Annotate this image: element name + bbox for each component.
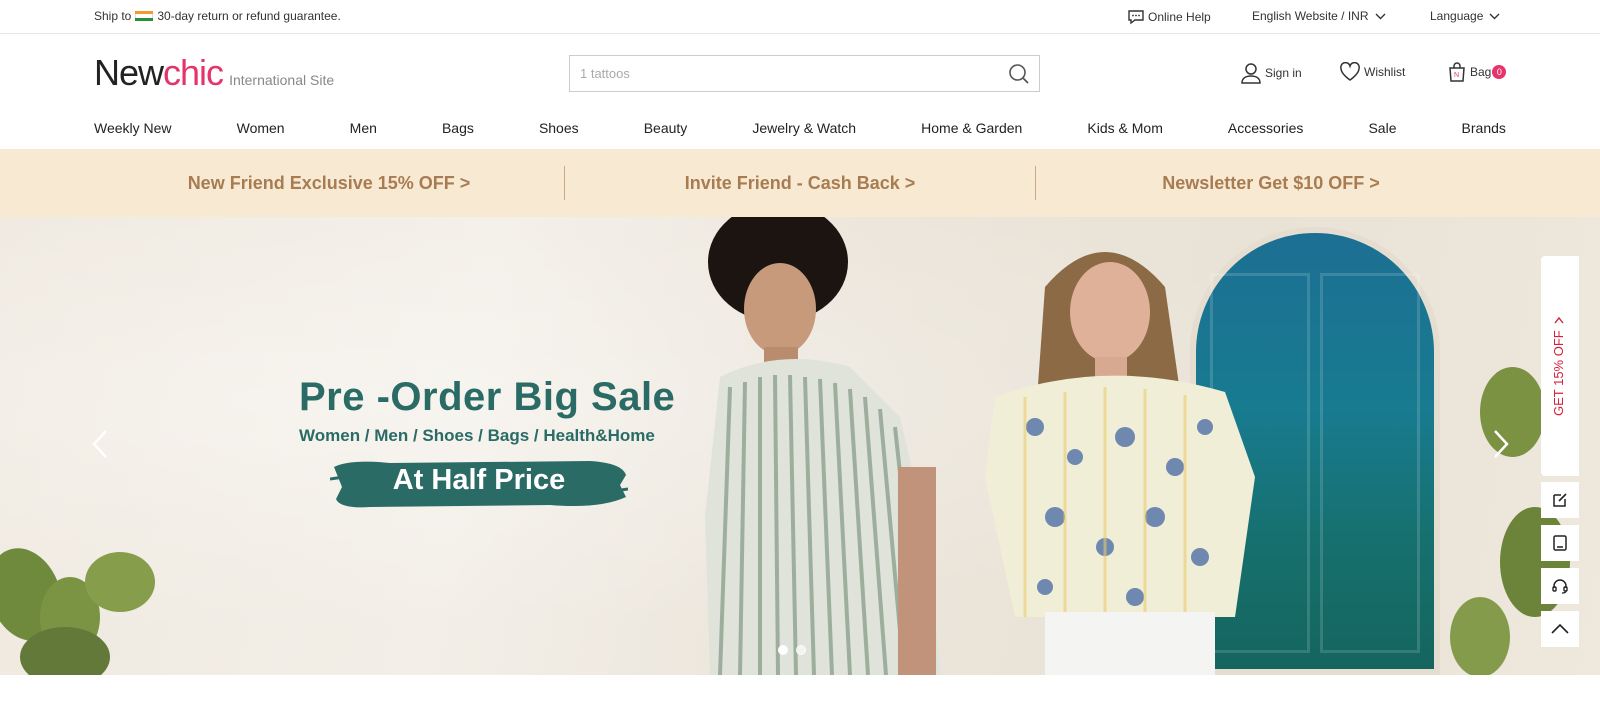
- sign-in-label: Sign in: [1265, 66, 1302, 80]
- user-icon: [1241, 63, 1261, 84]
- carousel-dot[interactable]: [778, 645, 788, 655]
- back-to-top-icon: [1551, 623, 1569, 634]
- search-input[interactable]: [570, 56, 990, 91]
- promo-strip: New Friend Exclusive 15% OFF > Invite Fr…: [0, 149, 1600, 217]
- heart-icon: [1340, 62, 1360, 81]
- bag-link[interactable]: N Bag 0: [1447, 62, 1507, 82]
- logo-new: New: [94, 52, 164, 93]
- carousel-dot[interactable]: [796, 645, 806, 655]
- nav-item-brands[interactable]: Brands: [1462, 120, 1506, 142]
- svg-text:N: N: [1454, 72, 1459, 79]
- hero-title: Pre -Order Big Sale: [299, 375, 676, 419]
- india-flag-icon[interactable]: [135, 10, 154, 22]
- nav-item-bags[interactable]: Bags: [442, 120, 474, 142]
- promo-invite-friend-link[interactable]: Invite Friend - Cash Back >: [565, 173, 1035, 194]
- carousel-next-arrow-icon[interactable]: [1489, 427, 1513, 461]
- online-help-link[interactable]: Online Help: [1127, 9, 1211, 25]
- main-nav: Weekly New Women Men Bags Shoes Beauty J…: [94, 120, 1506, 142]
- female-model-image: [985, 252, 1255, 675]
- nav-item-beauty[interactable]: Beauty: [644, 120, 688, 142]
- language-selector[interactable]: Language: [1430, 9, 1503, 23]
- feedback-button[interactable]: [1541, 482, 1579, 518]
- nav-item-weekly-new[interactable]: Weekly New: [94, 120, 172, 142]
- sign-in-link[interactable]: Sign in: [1240, 62, 1302, 84]
- promo-divider: [1035, 166, 1036, 200]
- nav-item-accessories[interactable]: Accessories: [1228, 120, 1303, 142]
- ship-to-label: Ship to: [94, 9, 132, 23]
- bag-label: Bag: [1470, 65, 1492, 79]
- promo-newsletter-link[interactable]: Newsletter Get $10 OFF >: [1036, 173, 1506, 194]
- wishlist-link[interactable]: Wishlist: [1339, 62, 1405, 82]
- bag-count-badge: 0: [1492, 65, 1507, 79]
- logo-chic: chic: [163, 52, 224, 93]
- search-box: [569, 55, 1040, 92]
- app-download-button[interactable]: [1541, 525, 1579, 561]
- carousel-prev-arrow-icon[interactable]: [88, 427, 112, 461]
- side-promo-label: GET 15% OFF: [1551, 330, 1566, 416]
- nav-item-sale[interactable]: Sale: [1368, 120, 1396, 142]
- hero-subtitle: Women / Men / Shoes / Bags / Health&Home: [299, 426, 655, 445]
- customer-service-button[interactable]: [1541, 568, 1579, 604]
- carousel-dots: [778, 645, 806, 655]
- edit-icon: [1553, 493, 1567, 507]
- back-to-top-button[interactable]: [1541, 611, 1579, 647]
- tablet-icon: [1553, 535, 1567, 551]
- promo-divider: [564, 166, 565, 200]
- language-label: Language: [1430, 9, 1484, 23]
- promo-new-friend-link[interactable]: New Friend Exclusive 15% OFF >: [94, 173, 564, 194]
- hero-banner[interactable]: Pre -Order Big Sale Women / Men / Shoes …: [0, 217, 1600, 675]
- guarantee-text: 30-day return or refund guarantee.: [157, 9, 341, 23]
- wishlist-label: Wishlist: [1364, 65, 1406, 79]
- nav-item-women[interactable]: Women: [237, 120, 285, 142]
- international-site-label: International Site: [229, 72, 335, 88]
- top-utility-bar: Ship to 30-day return or refund guarante…: [0, 0, 1600, 34]
- nav-item-jewelry-watch[interactable]: Jewelry & Watch: [752, 120, 856, 142]
- website-currency-selector[interactable]: English Website / INR: [1252, 9, 1389, 23]
- nav-item-men[interactable]: Men: [350, 120, 377, 142]
- chevron-down-icon: [1489, 13, 1500, 19]
- nav-item-home-garden[interactable]: Home & Garden: [921, 120, 1022, 142]
- hero-badge-label: At Half Price: [392, 464, 566, 496]
- shopping-bag-icon: N: [1449, 62, 1465, 82]
- site-logo[interactable]: New chic International Site: [94, 52, 334, 94]
- male-model-image: [705, 217, 940, 675]
- chevron-down-icon: [1375, 13, 1385, 19]
- nav-item-shoes[interactable]: Shoes: [539, 120, 579, 142]
- online-help-label: Online Help: [1148, 10, 1211, 24]
- search-icon[interactable]: [1008, 63, 1030, 85]
- headset-icon: [1552, 579, 1568, 594]
- nav-item-kids-mom[interactable]: Kids & Mom: [1087, 120, 1162, 142]
- website-currency-label: English Website / INR: [1252, 9, 1369, 23]
- chat-icon: [1128, 10, 1144, 25]
- shipping-info: Ship to 30-day return or refund guarante…: [94, 9, 341, 23]
